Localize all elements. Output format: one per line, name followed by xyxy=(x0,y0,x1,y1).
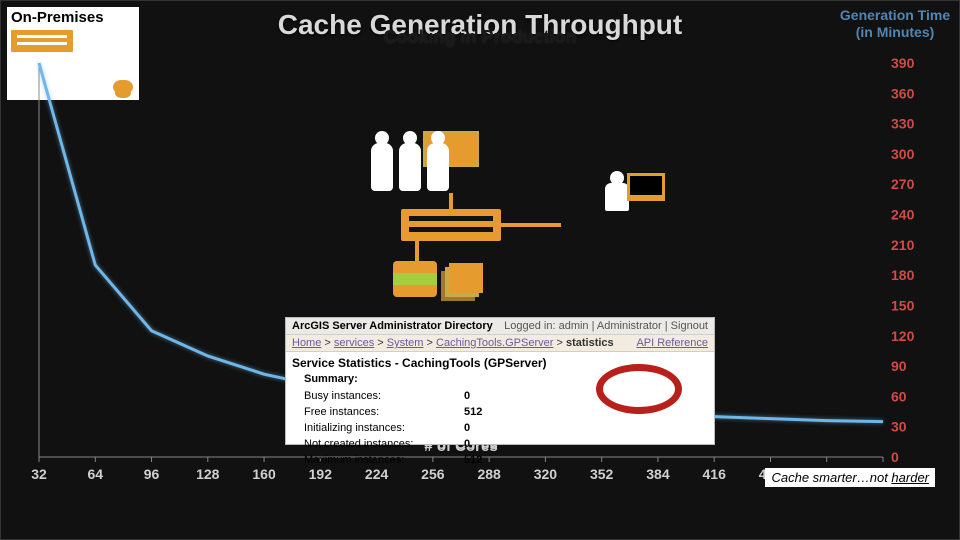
svg-text:180: 180 xyxy=(891,267,915,283)
server-rack-icon xyxy=(401,209,501,241)
screenshot-header: ArcGIS Server Administrator Directory Lo… xyxy=(286,318,714,335)
svg-text:30: 30 xyxy=(891,419,907,435)
stat-value: 512 xyxy=(464,453,482,469)
svg-text:150: 150 xyxy=(891,297,915,313)
svg-text:32: 32 xyxy=(31,466,47,482)
chart-title: Cache Generation Throughput xyxy=(1,9,959,41)
tagline-emphasis: harder xyxy=(891,470,929,485)
server-icon xyxy=(11,30,73,52)
laptop-icon xyxy=(627,173,665,201)
people-icon xyxy=(371,143,449,191)
stat-value: 512 xyxy=(464,405,482,421)
highlight-circle xyxy=(596,364,682,414)
stat-key: Initializing instances: xyxy=(304,421,464,437)
stat-row: Not created instances:0 xyxy=(304,437,704,453)
svg-text:160: 160 xyxy=(252,466,276,482)
stat-row: Maximum instances:512 xyxy=(304,453,704,469)
stat-key: Busy instances: xyxy=(304,389,464,405)
breadcrumb-path: Home > services > System > CachingTools.… xyxy=(292,337,614,349)
tiles-stack-icon xyxy=(449,263,483,293)
svg-text:360: 360 xyxy=(891,85,915,101)
stat-key: Free instances: xyxy=(304,405,464,421)
svg-text:60: 60 xyxy=(891,388,907,404)
seated-person-icon xyxy=(605,183,629,211)
svg-text:330: 330 xyxy=(891,116,915,132)
stat-value: 0 xyxy=(464,389,470,405)
svg-text:0: 0 xyxy=(891,449,899,465)
svg-text:210: 210 xyxy=(891,237,915,253)
secondary-axis-title: Generation Time (in Minutes) xyxy=(837,7,953,41)
svg-text:120: 120 xyxy=(891,328,915,344)
stat-value: 0 xyxy=(464,421,470,437)
svg-text:300: 300 xyxy=(891,146,915,162)
connector-icon xyxy=(501,223,561,227)
svg-text:64: 64 xyxy=(87,466,103,482)
tagline-text: Cache smarter…not xyxy=(771,470,891,485)
svg-text:390: 390 xyxy=(891,55,915,71)
admin-screenshot: ArcGIS Server Administrator Directory Lo… xyxy=(285,317,715,445)
screenshot-app-title: ArcGIS Server Administrator Directory xyxy=(292,320,493,332)
connector-icon xyxy=(449,193,453,209)
stat-value: 0 xyxy=(464,437,470,453)
stat-row: Initializing instances:0 xyxy=(304,421,704,437)
svg-text:270: 270 xyxy=(891,176,915,192)
api-reference-link: API Reference xyxy=(636,337,708,349)
slide-stage: Cache Generation Throughput Cooking in P… xyxy=(0,0,960,540)
screenshot-breadcrumbs: Home > services > System > CachingTools.… xyxy=(286,335,714,352)
svg-text:240: 240 xyxy=(891,207,915,223)
stat-key: Maximum instances: xyxy=(304,453,464,469)
svg-text:128: 128 xyxy=(196,466,220,482)
connector-icon xyxy=(415,241,419,261)
tagline: Cache smarter…not harder xyxy=(765,468,935,487)
stat-key: Not created instances: xyxy=(304,437,464,453)
database-stack-icon xyxy=(393,261,437,297)
screenshot-login-text: Logged in: admin | Administrator | Signo… xyxy=(504,320,708,332)
on-premises-label: On-Premises xyxy=(11,9,135,26)
svg-text:90: 90 xyxy=(891,358,907,374)
architecture-illustration xyxy=(371,149,581,299)
svg-text:96: 96 xyxy=(144,466,160,482)
